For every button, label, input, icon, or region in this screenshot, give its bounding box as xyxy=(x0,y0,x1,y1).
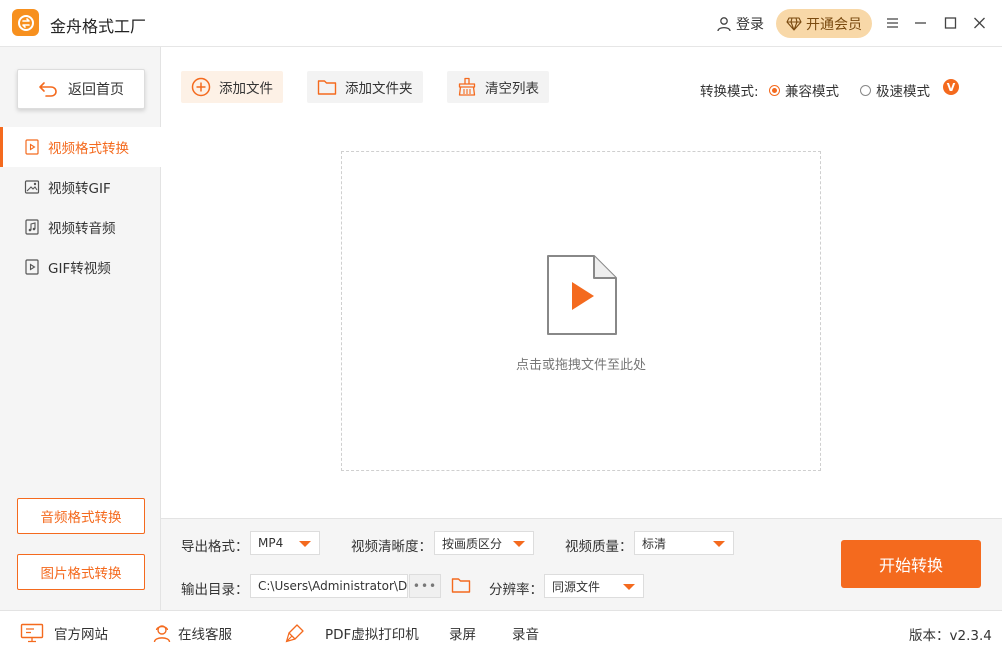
title-bar: 金舟格式工厂 登录 开通会员 xyxy=(0,0,1002,47)
app-title: 金舟格式工厂 xyxy=(50,17,147,36)
export-format-value: MP4 xyxy=(258,536,284,550)
video-quality-select[interactable]: 标清 xyxy=(634,531,734,555)
sidebar-item-gif-to-video[interactable]: GIF转视频 xyxy=(0,247,161,287)
monitor-icon xyxy=(20,623,44,643)
resolution-value: 同源文件 xyxy=(552,579,601,594)
drop-hint-text: 点击或拖拽文件至此处 xyxy=(515,358,646,373)
pdf-printer-link[interactable]: PDF虚拟打印机 xyxy=(285,623,419,643)
menu-icon xyxy=(886,18,898,28)
diamond-icon xyxy=(786,16,802,31)
music-file-icon xyxy=(25,219,39,235)
sidebar-item-video-to-audio[interactable]: 视频转音频 xyxy=(0,207,161,247)
image-convert-button[interactable]: 图片格式转换 xyxy=(17,554,145,590)
maximize-button[interactable] xyxy=(942,14,958,32)
resolution-select[interactable]: 同源文件 xyxy=(544,574,644,598)
open-folder-button[interactable] xyxy=(451,576,471,598)
pdf-printer-label: PDF虚拟打印机 xyxy=(325,627,419,643)
minimize-icon xyxy=(914,22,926,24)
close-button[interactable] xyxy=(971,14,987,32)
play-file-icon xyxy=(25,259,39,275)
chevron-down-icon xyxy=(513,541,525,547)
file-drop-zone[interactable]: 点击或拖拽文件至此处 xyxy=(341,151,821,471)
sidebar-item-label: 视频转GIF xyxy=(48,181,111,197)
export-format-select[interactable]: MP4 xyxy=(250,531,320,555)
add-folder-button[interactable]: 添加文件夹 xyxy=(307,71,423,103)
settings-panel: 导出格式： MP4 视频清晰度： 按画质区分 视频质量： 标清 输出目录： C:… xyxy=(161,518,1002,610)
video-clarity-select[interactable]: 按画质区分 xyxy=(434,531,534,555)
close-icon xyxy=(973,17,985,29)
plus-circle-icon xyxy=(191,77,211,97)
add-folder-label: 添加文件夹 xyxy=(345,81,413,97)
official-website-link[interactable]: 官方网站 xyxy=(20,623,108,643)
export-format-label: 导出格式： xyxy=(181,539,249,555)
chevron-down-icon xyxy=(713,541,725,547)
mode-fast-radio[interactable]: 极速模式 xyxy=(860,80,930,100)
chevron-down-icon xyxy=(623,584,635,590)
minimize-button[interactable] xyxy=(912,14,928,32)
video-clarity-label: 视频清晰度： xyxy=(351,539,432,555)
image-icon xyxy=(24,180,40,194)
sidebar-item-video-convert[interactable]: 视频格式转换 xyxy=(0,127,161,167)
add-file-button[interactable]: 添加文件 xyxy=(181,71,283,103)
clear-list-button[interactable]: 清空列表 xyxy=(447,71,549,103)
clear-list-label: 清空列表 xyxy=(485,81,539,97)
login-button[interactable]: 登录 xyxy=(716,14,764,34)
brush-icon xyxy=(285,624,304,643)
mode-compatible-radio[interactable]: 兼容模式 xyxy=(769,80,839,100)
video-quality-label: 视频质量： xyxy=(565,539,633,555)
sidebar-item-label: GIF转视频 xyxy=(48,261,111,277)
login-label: 登录 xyxy=(736,17,764,33)
user-icon xyxy=(717,17,731,32)
back-home-button[interactable]: 返回首页 xyxy=(17,69,145,109)
video-file-large-icon xyxy=(547,255,617,335)
output-dir-label: 输出目录： xyxy=(181,582,249,598)
vip-badge-icon: V xyxy=(943,79,959,95)
mode-fast-label: 极速模式 xyxy=(876,84,930,100)
folder-icon xyxy=(451,578,471,593)
app-logo-icon xyxy=(17,14,34,31)
menu-button[interactable] xyxy=(884,14,900,32)
video-quality-value: 标清 xyxy=(642,536,667,551)
radio-dot xyxy=(769,84,780,96)
broom-icon xyxy=(458,77,476,96)
maximize-icon xyxy=(944,17,956,29)
audio-record-link[interactable]: 录音 xyxy=(512,623,539,643)
video-clarity-value: 按画质区分 xyxy=(442,536,503,551)
audio-convert-button[interactable]: 音频格式转换 xyxy=(17,498,145,534)
online-service-link[interactable]: 在线客服 xyxy=(152,623,232,643)
vip-button[interactable]: 开通会员 xyxy=(776,9,872,38)
sidebar-item-label: 视频转音频 xyxy=(48,221,116,237)
video-file-icon xyxy=(25,139,39,155)
chevron-down-icon xyxy=(299,541,311,547)
output-path-field[interactable]: C:\Users\Administrator\De xyxy=(250,574,408,598)
folder-icon xyxy=(317,80,337,95)
version-text: 版本：v2.3.4 xyxy=(909,628,992,644)
convert-mode-label: 转换模式: xyxy=(700,84,759,100)
browse-path-button[interactable]: ••• xyxy=(409,574,441,598)
mode-compatible-label: 兼容模式 xyxy=(785,84,839,100)
resolution-label: 分辨率： xyxy=(489,582,543,598)
footer-bar: 官方网站 在线客服 PDF虚拟打印机 录屏 录音 版本：v2.3.4 xyxy=(0,610,1002,652)
sidebar-item-label: 视频格式转换 xyxy=(48,141,129,157)
start-convert-button[interactable]: 开始转换 xyxy=(841,540,981,588)
official-website-label: 官方网站 xyxy=(54,627,108,643)
sidebar-item-video-to-gif[interactable]: 视频转GIF xyxy=(0,167,161,207)
sidebar: 返回首页 视频格式转换 视频转GIF 视频转音频 GIF转视频 音频格式转换 图… xyxy=(0,47,161,610)
back-home-label: 返回首页 xyxy=(68,82,124,98)
radio-dot xyxy=(860,84,871,96)
add-file-label: 添加文件 xyxy=(219,81,273,97)
back-arrow-icon xyxy=(39,82,57,97)
customer-service-icon xyxy=(153,625,171,643)
vip-label: 开通会员 xyxy=(806,16,862,33)
screen-record-link[interactable]: 录屏 xyxy=(449,623,476,643)
online-service-label: 在线客服 xyxy=(178,627,232,643)
app-logo xyxy=(12,9,39,36)
